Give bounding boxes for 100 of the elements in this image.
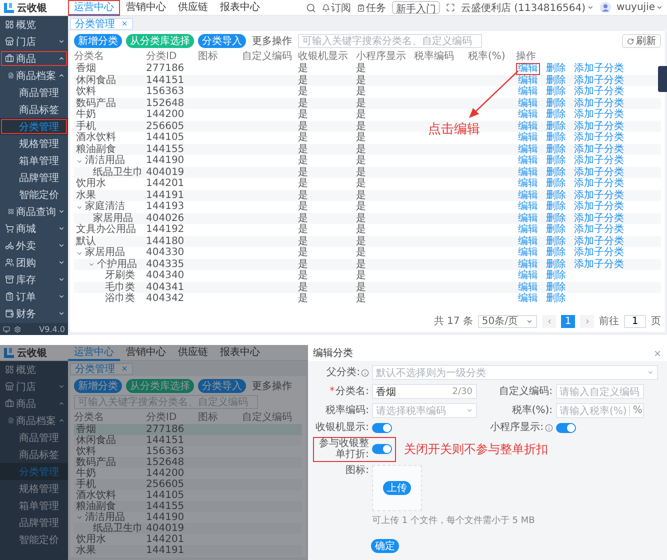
sidebar-item[interactable]: 规格管理 xyxy=(0,135,68,152)
sidebar-item[interactable]: 订单 xyxy=(0,288,68,305)
input-field[interactable]: 香烟 2/30 xyxy=(372,384,477,399)
action-link[interactable]: 编辑 xyxy=(516,166,540,178)
sidebar-item[interactable]: 商品档案 xyxy=(0,412,68,429)
close-icon[interactable] xyxy=(121,20,128,27)
sidebar-item[interactable]: 箱单管理 xyxy=(0,152,68,169)
action-link[interactable]: 编辑 xyxy=(516,258,540,270)
nav-tab[interactable]: 营销中心 xyxy=(120,0,172,16)
toolbar-button[interactable]: 订阅 xyxy=(322,0,351,14)
action-link[interactable]: 删除 xyxy=(544,178,568,190)
more-button[interactable]: 更多操作 xyxy=(250,34,294,48)
action-button[interactable]: 分类导入 xyxy=(198,379,246,393)
action-link[interactable]: 添加子分类 xyxy=(572,74,626,86)
action-link[interactable]: 删除 xyxy=(544,270,568,282)
expand-caret-icon[interactable] xyxy=(88,261,95,268)
sidebar-item[interactable]: 库存 xyxy=(0,271,68,288)
action-link[interactable]: 添加子分类 xyxy=(572,258,626,270)
action-link[interactable]: 删除 xyxy=(544,109,568,121)
sidebar-item[interactable]: 商品标签 xyxy=(0,446,68,463)
toolbar-button[interactable]: 任务 xyxy=(356,0,386,14)
action-link[interactable]: 添加子分类 xyxy=(572,132,626,144)
sidebar-item[interactable]: 智能定价 xyxy=(0,186,68,203)
action-link[interactable]: 删除 xyxy=(544,258,568,270)
action-link[interactable]: 添加子分类 xyxy=(572,98,626,110)
action-button[interactable]: 新增分类 xyxy=(74,34,122,48)
action-link[interactable]: 添加子分类 xyxy=(572,190,626,202)
action-link[interactable]: 添加子分类 xyxy=(572,166,626,178)
monitor-icon[interactable] xyxy=(3,326,10,332)
action-link[interactable]: 编辑 xyxy=(516,120,540,132)
more-button[interactable]: 更多操作 xyxy=(250,379,294,393)
action-link[interactable]: 编辑 xyxy=(516,201,540,213)
nav-tab[interactable]: 供应链 xyxy=(172,345,214,360)
action-link[interactable]: 删除 xyxy=(544,201,568,213)
select-field[interactable]: 请选择税率编码 xyxy=(372,403,477,418)
action-link[interactable]: 编辑 xyxy=(516,132,540,144)
sidebar-item[interactable]: 门店 xyxy=(0,378,68,395)
sidebar-item[interactable]: 规格管理 xyxy=(0,480,68,497)
action-button[interactable]: 分类导入 xyxy=(198,34,246,48)
action-link[interactable]: 删除 xyxy=(544,98,568,110)
close-icon[interactable] xyxy=(653,348,662,358)
action-link[interactable]: 删除 xyxy=(544,224,568,236)
page-tab[interactable]: 分类管理 xyxy=(70,18,133,30)
action-link[interactable]: 编辑 xyxy=(516,270,540,282)
sidebar-item[interactable]: 团购 xyxy=(0,254,68,271)
action-link[interactable]: 编辑 xyxy=(516,212,540,224)
action-link[interactable]: 编辑 xyxy=(516,236,540,248)
expand-caret-icon[interactable] xyxy=(76,158,83,164)
settings-icon[interactable] xyxy=(14,326,21,332)
action-link[interactable]: 添加子分类 xyxy=(572,86,626,98)
action-link[interactable]: 添加子分类 xyxy=(572,178,626,190)
sidebar-item[interactable]: 箱单管理 xyxy=(0,497,68,514)
action-link[interactable]: 编辑 xyxy=(516,178,540,190)
action-link[interactable]: 编辑 xyxy=(516,74,540,86)
action-link[interactable]: 编辑 xyxy=(516,155,540,167)
page-tab[interactable]: 分类管理 xyxy=(70,362,133,374)
page-input[interactable]: 1 xyxy=(624,314,646,328)
toggle-switch[interactable] xyxy=(372,444,392,454)
action-link[interactable]: 添加子分类 xyxy=(572,236,626,248)
upload-button[interactable]: 上传 xyxy=(383,480,411,494)
upload-area[interactable]: 上传 xyxy=(372,464,422,510)
action-link[interactable]: 删除 xyxy=(544,293,568,305)
sidebar-item[interactable]: 分类管理 xyxy=(0,118,68,135)
action-link[interactable]: 删除 xyxy=(544,212,568,224)
input-field[interactable]: 请输入自定义编码 xyxy=(556,384,644,399)
action-link[interactable]: 删除 xyxy=(544,144,568,156)
sidebar-item[interactable]: 商品管理 xyxy=(0,84,68,101)
search-icon[interactable] xyxy=(306,2,316,12)
action-link[interactable]: 删除 xyxy=(544,155,568,167)
action-link[interactable]: 删除 xyxy=(544,120,568,132)
action-link[interactable]: 编辑 xyxy=(516,109,540,121)
sidebar-item[interactable]: 分类管理 xyxy=(0,463,68,480)
action-button[interactable]: 新增分类 xyxy=(74,379,122,393)
sidebar-item[interactable]: 商品查询 xyxy=(0,203,68,220)
store-selector[interactable]: 云盛便利店 (1134816564) xyxy=(460,0,594,14)
sidebar-item[interactable]: 商品 xyxy=(0,395,68,412)
guide-button[interactable]: 新手入门 xyxy=(392,1,440,14)
action-link[interactable]: 编辑 xyxy=(516,282,540,294)
action-link[interactable]: 添加子分类 xyxy=(572,212,626,224)
action-link[interactable]: 删除 xyxy=(544,86,568,98)
action-link[interactable]: 编辑 xyxy=(516,98,540,110)
sidebar-item[interactable]: 商品标签 xyxy=(0,101,68,118)
toggle-switch[interactable] xyxy=(372,422,392,433)
action-link[interactable]: 添加子分类 xyxy=(572,155,626,167)
action-link[interactable]: 删除 xyxy=(544,63,568,75)
search-field[interactable]: 可输入关键字搜索分类名、自定义编码 xyxy=(298,34,482,48)
action-link[interactable]: 编辑 xyxy=(516,190,540,202)
sidebar-item[interactable]: 商品管理 xyxy=(0,429,68,446)
action-link[interactable]: 删除 xyxy=(544,190,568,202)
action-link[interactable]: 添加子分类 xyxy=(572,63,626,75)
nav-tab[interactable]: 营销中心 xyxy=(120,345,172,360)
page-button[interactable]: 1 xyxy=(561,314,575,328)
sidebar-item[interactable]: 商品档案 xyxy=(0,67,68,84)
nav-tab[interactable]: 报表中心 xyxy=(214,345,266,360)
action-button[interactable]: 从分类库选择 xyxy=(126,34,194,48)
page-size-select[interactable]: 50条/页 xyxy=(478,314,537,328)
action-link[interactable]: 删除 xyxy=(544,132,568,144)
action-link[interactable]: 添加子分类 xyxy=(572,144,626,156)
action-link[interactable]: 编辑 xyxy=(516,144,540,156)
select-field[interactable]: 默认不选择则为一级分类 xyxy=(372,365,658,380)
